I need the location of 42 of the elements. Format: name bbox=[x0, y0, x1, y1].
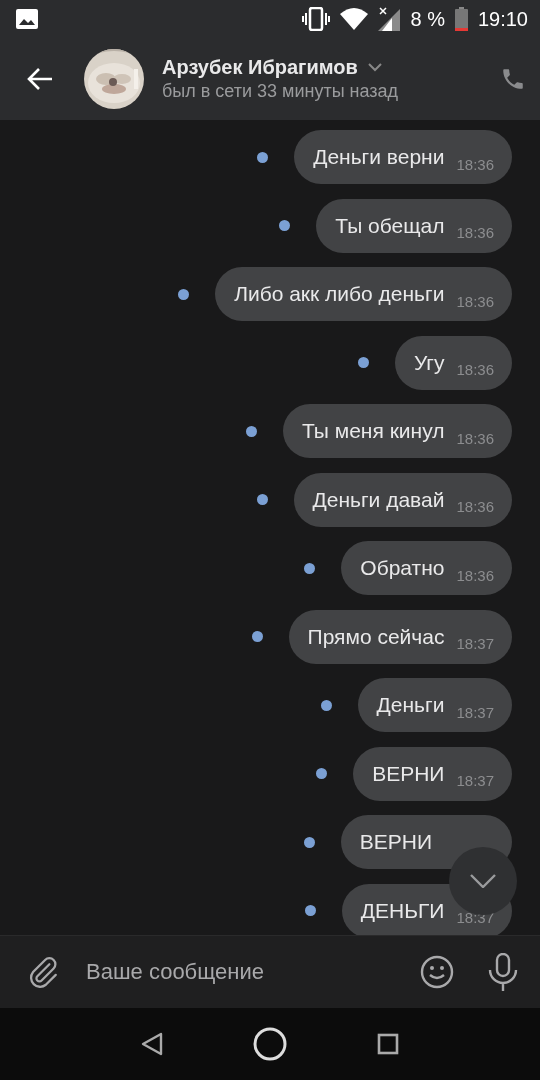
recents-nav-button[interactable] bbox=[377, 1033, 399, 1055]
message-text: ДЕНЬГИ bbox=[360, 898, 445, 923]
vibrate-icon bbox=[302, 7, 331, 31]
message-time: 18:36 bbox=[456, 361, 494, 378]
message-time: 18:36 bbox=[456, 155, 494, 173]
message-text: Обратно bbox=[360, 556, 445, 580]
message-time: 18:37 bbox=[456, 772, 494, 789]
call-button[interactable] bbox=[500, 66, 526, 92]
back-button[interactable] bbox=[26, 67, 54, 91]
message-time: 18:36 bbox=[456, 498, 494, 515]
message-text: Деньги верни bbox=[313, 145, 445, 169]
image-icon bbox=[16, 9, 38, 29]
message-time: 18:37 bbox=[456, 635, 494, 652]
chevron-down-icon[interactable] bbox=[470, 874, 496, 888]
message-text: Либо акк либо деньги bbox=[234, 282, 445, 306]
message-time: 18:36 bbox=[456, 566, 494, 584]
emoji-icon[interactable] bbox=[420, 955, 454, 989]
message-text: Прямо сейчас bbox=[307, 624, 445, 649]
message-time: 18:36 bbox=[456, 224, 494, 241]
chevron-down-icon[interactable] bbox=[367, 63, 382, 72]
battery-text: 8 % bbox=[410, 7, 445, 31]
message-time: 18:36 bbox=[456, 429, 494, 447]
message-input[interactable]: Ваше сообщение bbox=[86, 952, 420, 992]
message-text: Ты обещал bbox=[335, 213, 445, 238]
back-nav-button[interactable] bbox=[141, 1032, 163, 1056]
signal-icon bbox=[378, 7, 401, 31]
wifi-icon bbox=[340, 8, 369, 30]
message-time: 18:37 bbox=[456, 703, 494, 721]
message-text: ВЕРНИ bbox=[372, 761, 445, 786]
microphone-icon[interactable] bbox=[488, 953, 518, 991]
message-text: Деньги давай bbox=[312, 487, 445, 512]
clock-time: 19:10 bbox=[477, 7, 528, 31]
message-text: Деньги bbox=[376, 693, 445, 717]
home-nav-button[interactable] bbox=[253, 1027, 287, 1061]
message-composer[interactable]: Ваше сообщение bbox=[0, 935, 540, 1008]
battery-icon bbox=[454, 7, 468, 31]
message-text: Угу bbox=[413, 350, 445, 375]
contact-name[interactable]: Арзубек Ибрагимов bbox=[162, 56, 358, 79]
message-text: Ты меня кинул bbox=[301, 419, 445, 443]
last-seen-status: был в сети 33 минуты назад bbox=[162, 81, 400, 102]
message-time: 18:36 bbox=[456, 292, 494, 310]
message-text: ВЕРНИ bbox=[359, 830, 432, 854]
